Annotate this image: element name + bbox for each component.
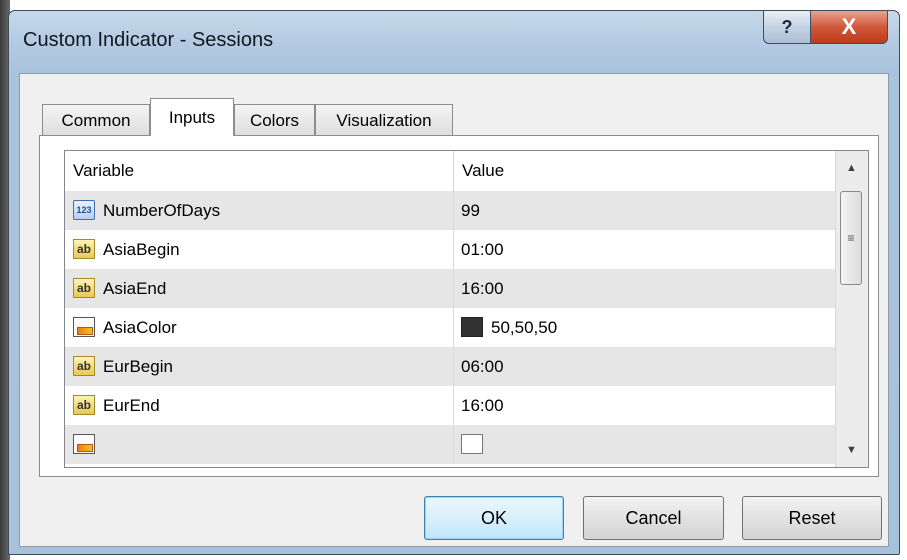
window-title: Custom Indicator - Sessions — [23, 29, 274, 51]
table-row[interactable]: ab AsiaBegin 01:00 — [65, 230, 837, 269]
table-row[interactable]: ab EurEnd 16:00 — [65, 386, 837, 425]
cell-divider — [453, 191, 454, 230]
cell-divider — [453, 347, 454, 386]
variable-value[interactable]: 99 — [461, 191, 480, 230]
vertical-scrollbar[interactable]: ▲ ≡ ▼ — [835, 151, 868, 467]
title-bar[interactable]: Custom Indicator - Sessions ? X — [9, 10, 899, 73]
variable-name: NumberOfDays — [103, 201, 221, 220]
scroll-down-arrow-icon[interactable]: ▼ — [836, 433, 867, 467]
color-icon — [73, 317, 95, 337]
inputs-tab-panel: Variable Value 123 NumberOfDays 99 ab As… — [39, 135, 879, 477]
table-row[interactable]: ab EurBegin 06:00 — [65, 347, 837, 386]
reset-button[interactable]: Reset — [742, 496, 882, 540]
color-swatch — [461, 434, 483, 454]
cell-divider — [453, 230, 454, 269]
variable-value[interactable]: 16:00 — [461, 269, 504, 308]
dialog-window: Custom Indicator - Sessions ? X Common I… — [8, 10, 900, 555]
variable-name: AsiaColor — [103, 318, 177, 337]
column-header-value[interactable]: Value — [454, 151, 837, 191]
help-icon: ? — [781, 16, 793, 37]
cell-divider — [453, 425, 454, 464]
tab-colors[interactable]: Colors — [234, 104, 315, 136]
scroll-up-arrow-icon[interactable]: ▲ — [836, 151, 867, 185]
string-ab-icon: ab — [73, 239, 95, 259]
scroll-thumb[interactable]: ≡ — [840, 191, 862, 285]
cell-divider — [453, 308, 454, 347]
tab-label: Inputs — [168, 107, 216, 127]
close-button[interactable]: X — [810, 10, 888, 44]
tab-inputs[interactable]: Inputs — [150, 98, 234, 136]
variable-name: AsiaBegin — [103, 240, 180, 259]
variable-value[interactable]: 16:00 — [461, 386, 504, 425]
variable-name: EurBegin — [103, 357, 173, 376]
help-button[interactable]: ? — [763, 10, 811, 44]
table-row[interactable]: 123 NumberOfDays 99 — [65, 191, 837, 230]
cell-divider — [453, 386, 454, 425]
color-swatch — [461, 317, 483, 337]
close-icon: X — [841, 14, 857, 39]
grid-header: Variable Value — [65, 151, 837, 192]
cell-divider — [453, 269, 454, 308]
tab-label: Colors — [249, 110, 300, 130]
string-ab-icon: ab — [73, 356, 95, 376]
tab-label: Common — [61, 110, 131, 130]
dialog-client-area: Common Inputs Colors Visualization Varia… — [19, 73, 889, 547]
inputs-grid: Variable Value 123 NumberOfDays 99 ab As… — [64, 150, 869, 468]
tab-common[interactable]: Common — [42, 104, 150, 136]
variable-value[interactable]: 06:00 — [461, 347, 504, 386]
column-header-variable[interactable]: Variable — [65, 151, 453, 191]
table-row-partial[interactable] — [65, 425, 837, 464]
variable-name: AsiaEnd — [103, 279, 167, 298]
variable-value[interactable]: 01:00 — [461, 230, 504, 269]
tab-visualization[interactable]: Visualization — [315, 104, 453, 136]
numeric-123-icon: 123 — [73, 200, 95, 220]
color-icon — [73, 434, 95, 454]
variable-value-color[interactable]: 50,50,50 — [461, 308, 557, 347]
table-row[interactable]: AsiaColor 50,50,50 — [65, 308, 837, 347]
string-ab-icon: ab — [73, 395, 95, 415]
cancel-button[interactable]: Cancel — [583, 496, 724, 540]
color-value-text: 50,50,50 — [491, 318, 558, 337]
table-row[interactable]: ab AsiaEnd 16:00 — [65, 269, 837, 308]
string-ab-icon: ab — [73, 278, 95, 298]
tab-label: Visualization — [336, 110, 432, 130]
variable-name: EurEnd — [103, 396, 160, 415]
ok-button[interactable]: OK — [424, 496, 564, 540]
